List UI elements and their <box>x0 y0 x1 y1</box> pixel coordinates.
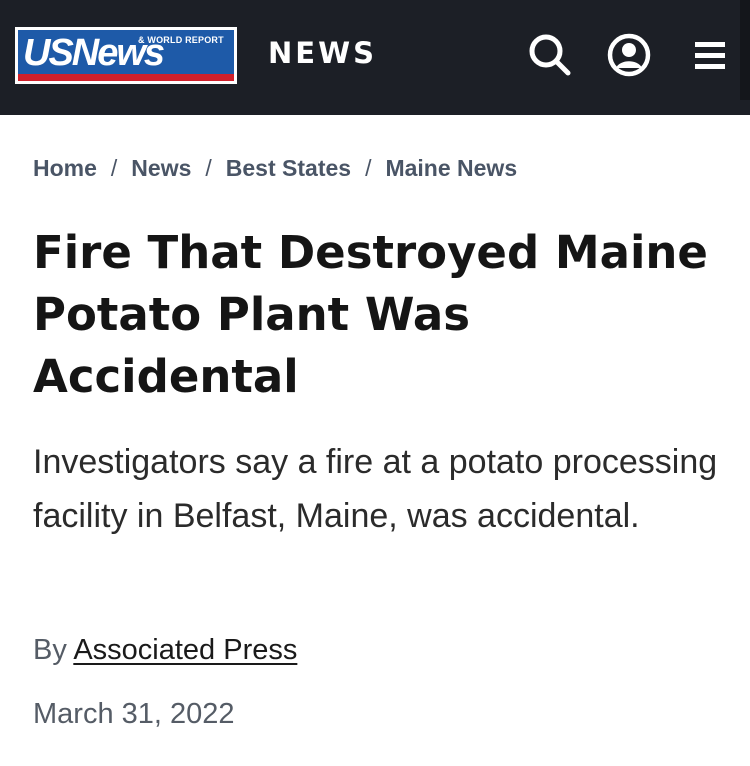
breadcrumb-news[interactable]: News <box>131 155 191 181</box>
author-link[interactable]: Associated Press <box>73 634 297 666</box>
usnews-logo[interactable]: USNews & WORLD REPORT <box>15 27 237 84</box>
article-headline: Fire That Destroyed Maine Potato Plant W… <box>33 226 708 403</box>
account-icon <box>607 33 651 77</box>
breadcrumb-separator: / <box>110 155 118 181</box>
account-button[interactable] <box>604 30 654 80</box>
search-icon <box>529 34 571 76</box>
site-header: USNews & WORLD REPORT NEWS <box>0 0 750 115</box>
section-title[interactable]: NEWS <box>268 36 377 70</box>
breadcrumb-best-states[interactable]: Best States <box>226 155 351 181</box>
breadcrumb-separator: / <box>205 155 212 181</box>
publish-date: March 31, 2022 <box>33 698 235 730</box>
logo-badge: USNews & WORLD REPORT <box>18 30 234 81</box>
search-button[interactable] <box>525 30 575 80</box>
scrollbar-edge <box>740 0 750 100</box>
byline-prefix: By <box>33 634 67 666</box>
logo-subtitle: & WORLD REPORT <box>138 35 224 45</box>
breadcrumb-maine-news[interactable]: Maine News <box>385 155 517 181</box>
menu-button[interactable] <box>685 30 735 80</box>
menu-icon <box>695 42 725 69</box>
article-summary: Investigators say a fire at a potato pro… <box>33 443 718 535</box>
breadcrumb-home[interactable]: Home <box>33 155 97 181</box>
breadcrumb-separator: / <box>365 155 372 181</box>
logo-red-stripe <box>18 74 234 81</box>
byline: By Associated Press <box>33 634 297 667</box>
breadcrumb: Home / News / Best States / Maine News <box>33 155 517 182</box>
